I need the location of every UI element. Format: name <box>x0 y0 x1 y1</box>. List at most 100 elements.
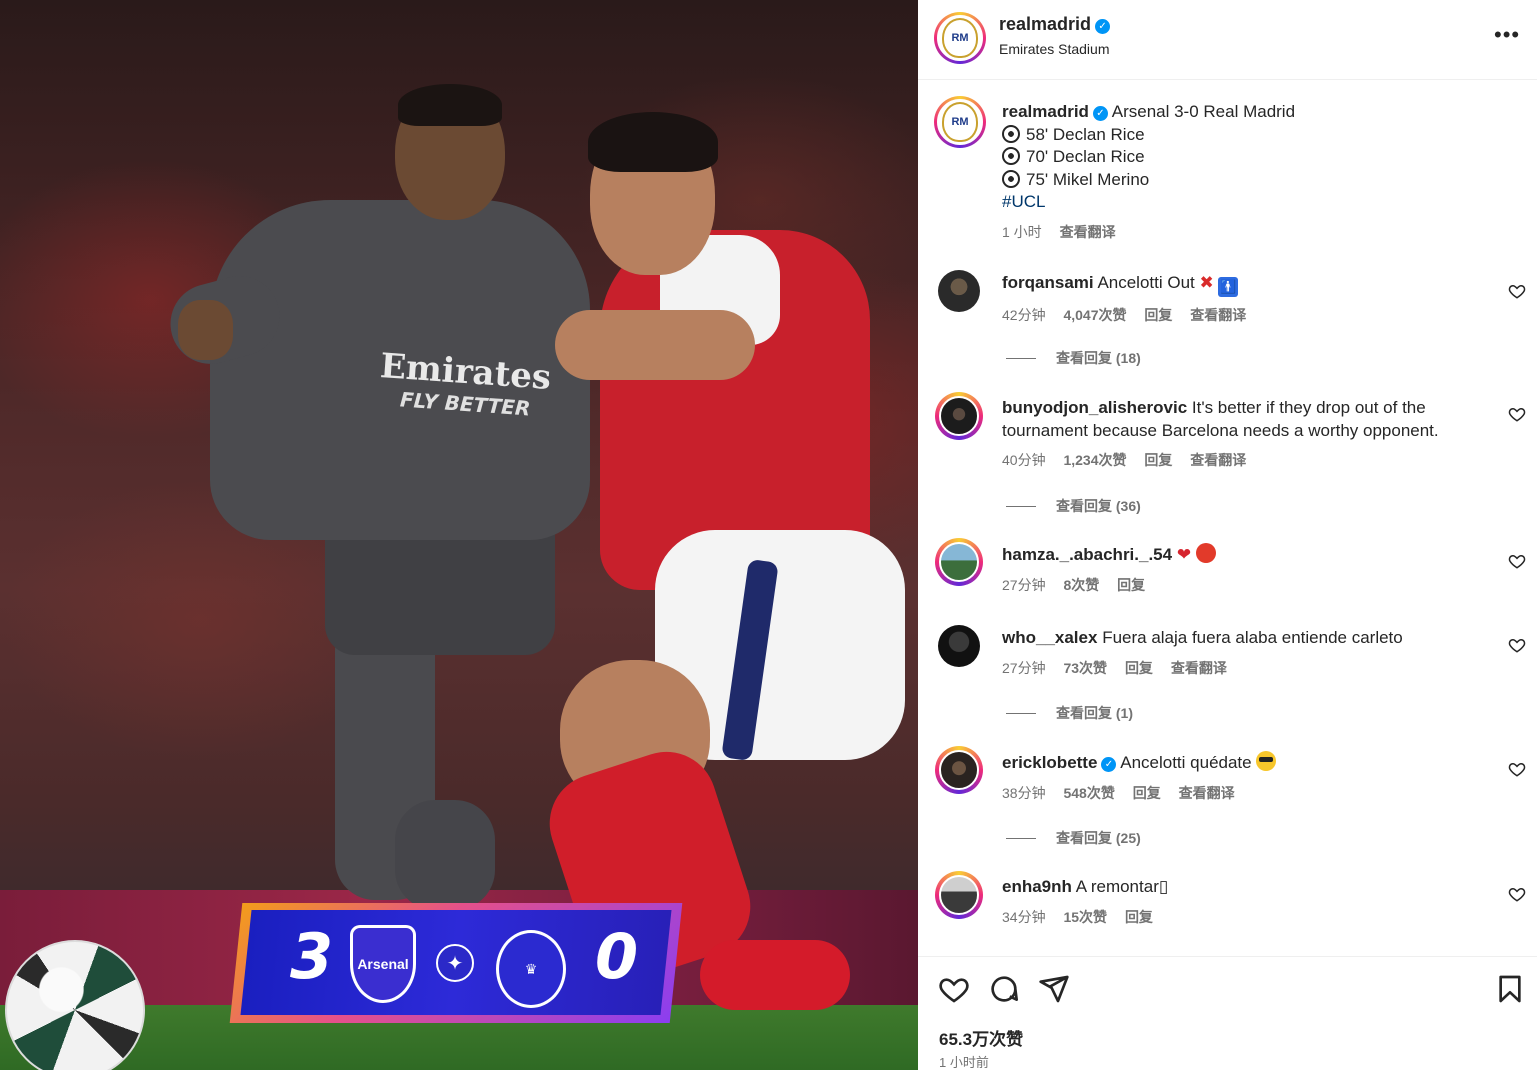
like-comment-heart-icon[interactable] <box>1508 885 1526 903</box>
comment-text: Fuera alaja fuera alaba entiende carleto <box>1102 628 1403 647</box>
arsenal-player-boot <box>700 940 850 1010</box>
heart-emoji-icon: ❤ <box>1176 545 1192 564</box>
comment-username[interactable]: who__xalex <box>1002 628 1097 647</box>
real-madrid-logo-icon: RM <box>942 102 978 142</box>
comment-time[interactable]: 42分钟 <box>1002 307 1046 323</box>
comment-text: Ancelotti Out <box>1097 273 1195 292</box>
comment-reply-button[interactable]: 回复 <box>1125 909 1153 925</box>
home-score: 3 <box>290 920 334 993</box>
comment-username[interactable]: enha9nh <box>1002 877 1072 896</box>
header-username[interactable]: realmadrid <box>999 14 1091 34</box>
comment-icon[interactable] <box>988 973 1020 1005</box>
replies-divider <box>1006 358 1036 359</box>
real-madrid-logo-icon: RM <box>942 18 978 58</box>
commenter-avatar[interactable] <box>935 538 983 586</box>
comment-likes[interactable]: 4,047次赞 <box>1063 307 1126 323</box>
comment-translate-link[interactable]: 查看翻译 <box>1179 785 1235 801</box>
heart-icon[interactable] <box>938 973 970 1005</box>
post-panel: RM realmadrid ✓ Emirates Stadium ••• RM r… <box>918 0 1537 1070</box>
commenter-avatar[interactable] <box>938 270 980 312</box>
post-image[interactable]: Emirates FLY BETTER 3 Arsenal ✦ ♛ 0 <box>0 0 918 1070</box>
comment-reply-button[interactable]: 回复 <box>1133 785 1161 801</box>
soccer-ball-icon <box>1002 169 1020 188</box>
bookmark-icon[interactable] <box>1494 973 1526 1005</box>
comment-likes[interactable]: 8次赞 <box>1063 577 1099 593</box>
cross-mark-icon: ✖ <box>1199 273 1214 292</box>
location-link[interactable]: Emirates Stadium <box>999 41 1109 57</box>
goal-line: 58' Declan Rice <box>1002 124 1522 147</box>
comment-reply-button[interactable]: 回复 <box>1117 577 1145 593</box>
caption-avatar[interactable]: RM <box>934 96 986 148</box>
arsenal-crest-icon: Arsenal <box>350 925 416 1003</box>
restroom-icon: 🚹 <box>1218 277 1239 297</box>
comment-likes[interactable]: 73次赞 <box>1063 660 1107 676</box>
caption-time[interactable]: 1 小时 <box>1002 224 1042 240</box>
verified-badge-icon: ✓ <box>1095 19 1111 34</box>
champions-league-icon: ✦ <box>436 944 474 982</box>
comment-reply-button[interactable]: 回复 <box>1125 660 1153 676</box>
replies-divider <box>1006 506 1036 507</box>
comment-translate-link[interactable]: 查看翻译 <box>1190 452 1246 468</box>
like-comment-heart-icon[interactable] <box>1508 282 1526 300</box>
arsenal-player-hair <box>588 112 718 172</box>
away-score: 0 <box>595 920 639 993</box>
view-replies-button[interactable]: 查看回复 (25) <box>1006 828 1141 848</box>
goal-line: 75' Mikel Merino <box>1002 169 1522 192</box>
replies-divider <box>1006 838 1036 839</box>
caption-translate-link[interactable]: 查看翻译 <box>1060 224 1116 240</box>
comment-text: Ancelotti quédate <box>1120 753 1252 772</box>
comment-likes[interactable]: 15次赞 <box>1063 909 1107 925</box>
comment-reply-button[interactable]: 回复 <box>1144 452 1172 468</box>
view-replies-button[interactable]: 查看回复 (36) <box>1006 496 1141 516</box>
commenter-avatar[interactable] <box>935 746 983 794</box>
comment-time[interactable]: 27分钟 <box>1002 660 1046 676</box>
commenter-avatar[interactable] <box>935 392 983 440</box>
comment-translate-link[interactable]: 查看翻译 <box>1171 660 1227 676</box>
share-icon[interactable] <box>1038 973 1070 1005</box>
comment-time[interactable]: 38分钟 <box>1002 785 1046 801</box>
goal-line: 70' Declan Rice <box>1002 146 1522 169</box>
comment-likes[interactable]: 1,234次赞 <box>1063 452 1126 468</box>
caption-username[interactable]: realmadrid <box>1002 102 1089 121</box>
commenter-avatar[interactable] <box>938 625 980 667</box>
comment-time[interactable]: 40分钟 <box>1002 452 1046 468</box>
like-comment-heart-icon[interactable] <box>1508 760 1526 778</box>
avatar[interactable]: RM <box>934 12 986 64</box>
madrid-player-hair <box>398 84 502 126</box>
likes-count[interactable]: 65.3万次赞 <box>939 1025 1023 1050</box>
arsenal-player-arm <box>555 310 755 380</box>
hashtag-link[interactable]: #UCL <box>1002 191 1522 214</box>
post-header: RM realmadrid ✓ Emirates Stadium ••• <box>918 0 1537 80</box>
replies-divider <box>1006 713 1036 714</box>
comment-likes[interactable]: 548次赞 <box>1063 785 1114 801</box>
comment-time[interactable]: 34分钟 <box>1002 909 1046 925</box>
madrid-player-leg-back <box>395 800 495 910</box>
comment-translate-link[interactable]: 查看翻译 <box>1190 307 1246 323</box>
comment-username[interactable]: ericklobette <box>1002 753 1097 772</box>
like-comment-heart-icon[interactable] <box>1508 636 1526 654</box>
commenter-avatar[interactable] <box>935 871 983 919</box>
header-username-link[interactable]: realmadrid ✓ <box>999 14 1111 35</box>
comment-username[interactable]: hamza._.abachri._.54 <box>1002 545 1172 564</box>
madrid-player-hand <box>178 300 233 360</box>
cool-face-icon <box>1256 751 1277 771</box>
post-time[interactable]: 1 小时前 <box>939 1052 989 1070</box>
angry-face-icon <box>1195 543 1216 563</box>
soccer-ball-icon <box>1002 124 1020 143</box>
like-comment-heart-icon[interactable] <box>1508 552 1526 570</box>
post-actions-bar: 65.3万次赞 1 小时前 <box>918 956 1537 1070</box>
comment-time[interactable]: 27分钟 <box>1002 577 1046 593</box>
comment-reply-button[interactable]: 回复 <box>1144 307 1172 323</box>
like-comment-heart-icon[interactable] <box>1508 405 1526 423</box>
comment-text: A remontar▯ <box>1075 877 1169 896</box>
view-replies-button[interactable]: 查看回复 (18) <box>1006 348 1141 368</box>
comment-username[interactable]: forqansami <box>1002 273 1094 292</box>
caption-title: Arsenal 3-0 Real Madrid <box>1111 102 1296 121</box>
view-replies-button[interactable]: 查看回复 (1) <box>1006 703 1133 723</box>
verified-badge-icon: ✓ <box>1092 106 1108 121</box>
more-options-icon[interactable]: ••• <box>1494 22 1520 48</box>
comment-username[interactable]: bunyodjon_alisherovic <box>1002 398 1187 417</box>
real-madrid-crest-icon: ♛ <box>496 930 566 1008</box>
verified-badge-icon: ✓ <box>1101 757 1117 772</box>
soccer-ball-icon <box>1002 147 1020 165</box>
